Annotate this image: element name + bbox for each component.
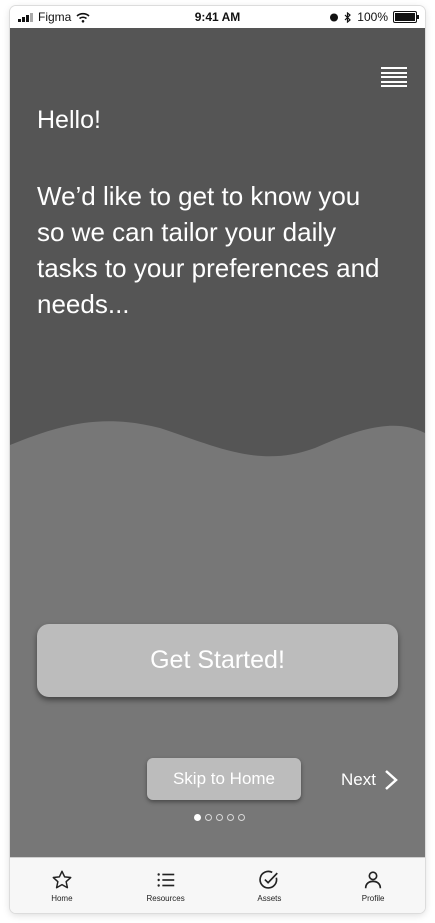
tab-home[interactable]: Home	[10, 858, 114, 913]
status-right: 100%	[329, 10, 419, 24]
tab-profile-label: Profile	[361, 894, 385, 903]
menu-icon[interactable]	[381, 67, 407, 87]
onboarding-screen: Hello! We’d like to get to know you so w…	[10, 28, 425, 857]
tab-resources-label: Resources	[146, 894, 185, 903]
battery-percent: 100%	[357, 10, 388, 24]
star-icon	[52, 870, 72, 889]
page-dot[interactable]	[227, 814, 234, 821]
intro-text: We’d like to get to know you so we can t…	[37, 181, 380, 319]
page-dot[interactable]	[216, 814, 223, 821]
status-bar: Figma 9:41 AM 100%	[10, 6, 425, 28]
alarm-icon	[330, 13, 339, 22]
list-icon	[157, 873, 174, 887]
skip-to-home-button[interactable]: Skip to Home	[147, 758, 301, 800]
page-dot[interactable]	[205, 814, 212, 821]
person-icon	[364, 871, 382, 889]
next-button[interactable]: Next	[341, 769, 398, 791]
tab-assets[interactable]: Assets	[218, 858, 322, 913]
battery-icon	[393, 11, 419, 23]
chevron-right-icon	[385, 770, 398, 790]
get-started-button[interactable]: Get Started!	[37, 624, 398, 697]
tab-home-label: Home	[51, 894, 73, 903]
check-circle-icon	[259, 870, 279, 889]
greeting-text: Hello!	[37, 106, 101, 134]
tab-profile[interactable]: Profile	[321, 858, 425, 913]
page-dot[interactable]	[194, 814, 201, 821]
phone-frame: Figma 9:41 AM 100% Hello! We’d like to g…	[10, 6, 425, 913]
page-dot[interactable]	[238, 814, 245, 821]
next-label: Next	[341, 770, 376, 789]
tab-assets-label: Assets	[257, 894, 282, 903]
page-indicator	[194, 814, 245, 821]
bluetooth-icon	[344, 11, 352, 23]
tab-bar: Home Resources Assets Profile	[10, 857, 425, 913]
tab-resources[interactable]: Resources	[114, 858, 218, 913]
